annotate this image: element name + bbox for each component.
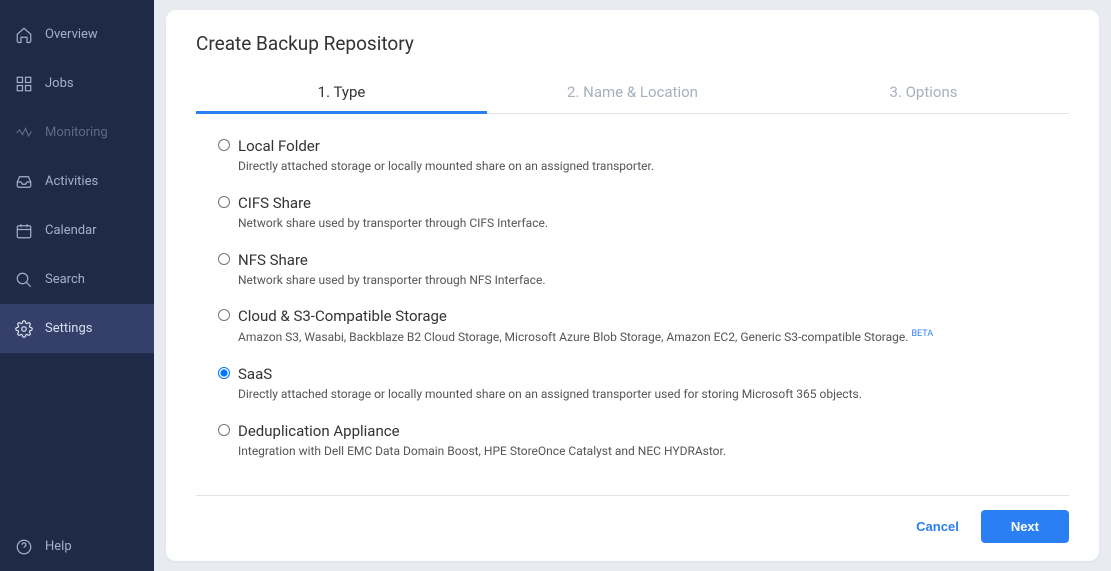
sidebar-item-activities[interactable]: Activities bbox=[0, 157, 154, 206]
option-desc: Directly attached storage or locally mou… bbox=[238, 158, 1069, 175]
tab-label: 1. Type bbox=[318, 83, 366, 101]
option-title[interactable]: NFS Share bbox=[238, 251, 308, 269]
sidebar-item-label: Jobs bbox=[45, 76, 74, 91]
wizard-panel: Create Backup Repository 1. Type 2. Name… bbox=[166, 10, 1099, 561]
calendar-icon bbox=[15, 222, 33, 240]
sidebar-item-label: Overview bbox=[45, 27, 98, 42]
sidebar-item-settings[interactable]: Settings bbox=[0, 304, 154, 353]
home-icon bbox=[15, 26, 33, 44]
grid-icon bbox=[15, 75, 33, 93]
help-icon bbox=[15, 538, 33, 556]
option-title[interactable]: SaaS bbox=[238, 365, 272, 383]
option-desc: Integration with Dell EMC Data Domain Bo… bbox=[238, 443, 1069, 460]
option-nfs-share: NFS Share Network share used by transpor… bbox=[218, 250, 1069, 289]
option-cifs-share: CIFS Share Network share used by transpo… bbox=[218, 193, 1069, 232]
main-area: Create Backup Repository 1. Type 2. Name… bbox=[154, 0, 1111, 571]
sidebar-item-calendar[interactable]: Calendar bbox=[0, 206, 154, 255]
wizard-tabs: 1. Type 2. Name & Location 3. Options bbox=[196, 73, 1069, 114]
tab-type[interactable]: 1. Type bbox=[196, 73, 487, 113]
gear-icon bbox=[15, 320, 33, 338]
wizard-footer: Cancel Next bbox=[196, 495, 1069, 543]
sidebar-item-search[interactable]: Search bbox=[0, 255, 154, 304]
radio-cifs-share[interactable] bbox=[218, 196, 230, 208]
option-title[interactable]: CIFS Share bbox=[238, 194, 311, 212]
search-icon bbox=[15, 271, 33, 289]
sidebar-item-overview[interactable]: Overview bbox=[0, 10, 154, 59]
sidebar-item-label: Activities bbox=[45, 174, 98, 189]
repo-type-options: Local Folder Directly attached storage o… bbox=[196, 136, 1069, 495]
option-saas: SaaS Directly attached storage or locall… bbox=[218, 364, 1069, 403]
inbox-icon bbox=[15, 173, 33, 191]
tab-label: 3. Options bbox=[890, 83, 958, 101]
option-title[interactable]: Cloud & S3-Compatible Storage bbox=[238, 307, 447, 325]
tab-label: 2. Name & Location bbox=[567, 83, 698, 101]
radio-nfs-share[interactable] bbox=[218, 253, 230, 265]
cancel-button[interactable]: Cancel bbox=[916, 519, 959, 534]
activity-icon bbox=[15, 124, 33, 142]
sidebar-item-monitoring[interactable]: Monitoring bbox=[0, 108, 154, 157]
option-desc: Amazon S3, Wasabi, Backblaze B2 Cloud St… bbox=[238, 328, 1069, 346]
option-title[interactable]: Deduplication Appliance bbox=[238, 422, 400, 440]
radio-local-folder[interactable] bbox=[218, 139, 230, 151]
sidebar-item-label: Calendar bbox=[45, 223, 97, 238]
option-desc: Network share used by transporter throug… bbox=[238, 272, 1069, 289]
option-local-folder: Local Folder Directly attached storage o… bbox=[218, 136, 1069, 175]
next-button[interactable]: Next bbox=[981, 510, 1069, 543]
sidebar-item-jobs[interactable]: Jobs bbox=[0, 59, 154, 108]
sidebar-item-help[interactable]: Help bbox=[0, 522, 154, 571]
tab-name-location[interactable]: 2. Name & Location bbox=[487, 73, 778, 113]
radio-saas[interactable] bbox=[218, 367, 230, 379]
sidebar-item-label: Search bbox=[45, 272, 85, 287]
beta-badge: BETA bbox=[911, 329, 933, 339]
tab-options[interactable]: 3. Options bbox=[778, 73, 1069, 113]
radio-cloud-s3[interactable] bbox=[218, 309, 230, 321]
sidebar-item-label: Help bbox=[45, 539, 72, 554]
sidebar-item-label: Monitoring bbox=[45, 125, 108, 140]
option-cloud-s3: Cloud & S3-Compatible Storage Amazon S3,… bbox=[218, 306, 1069, 346]
sidebar-item-label: Settings bbox=[45, 321, 92, 336]
sidebar: Overview Jobs Monitoring Activities Cale… bbox=[0, 0, 154, 571]
option-title[interactable]: Local Folder bbox=[238, 137, 320, 155]
page-title: Create Backup Repository bbox=[196, 32, 1069, 55]
option-desc: Directly attached storage or locally mou… bbox=[238, 386, 1069, 403]
option-dedup-appliance: Deduplication Appliance Integration with… bbox=[218, 421, 1069, 460]
option-desc: Network share used by transporter throug… bbox=[238, 215, 1069, 232]
radio-dedup-appliance[interactable] bbox=[218, 424, 230, 436]
